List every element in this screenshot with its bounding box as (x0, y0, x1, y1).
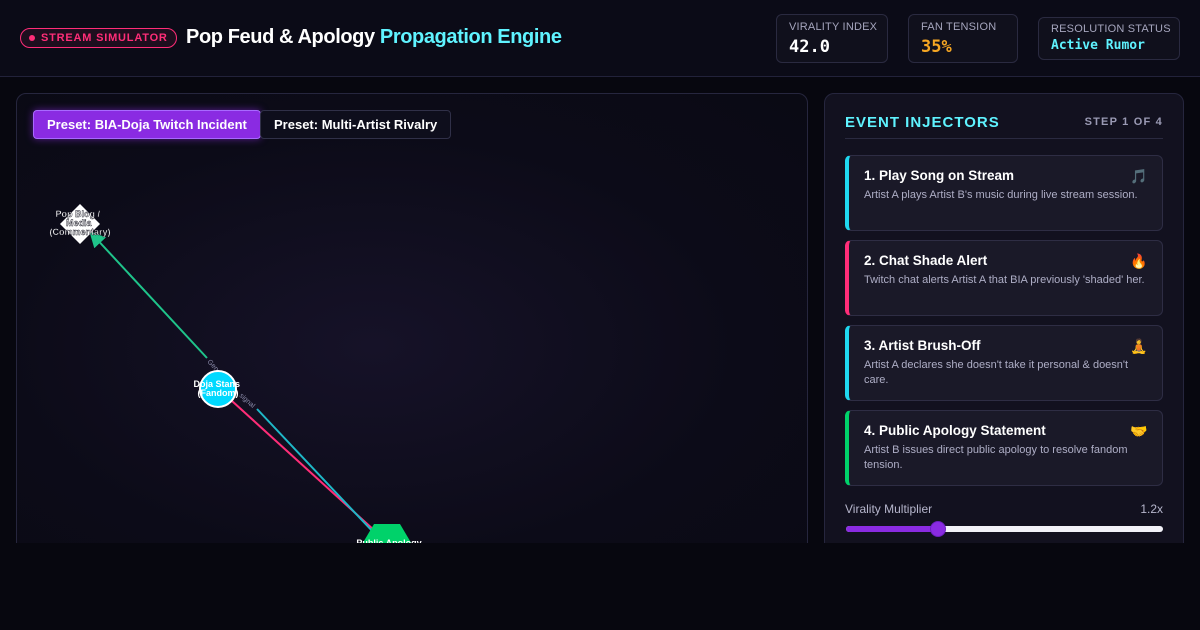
fire-icon: 🔥 (1130, 253, 1148, 269)
node-label-line: (Fandom) (198, 388, 239, 398)
page-footer-blank (0, 543, 1200, 630)
injector-public-apology[interactable]: 4. Public Apology Statement Artist B iss… (845, 410, 1163, 486)
virality-multiplier-label: Virality Multiplier (845, 502, 933, 516)
page-title: Pop Feud & Apology Propagation Engine (186, 26, 562, 49)
stat-label: VIRALITY INDEX (789, 21, 878, 33)
injector-play-song[interactable]: 1. Play Song on Stream Artist A plays Ar… (845, 155, 1163, 231)
injector-brush-off[interactable]: 3. Artist Brush-Off Artist A declares sh… (845, 325, 1163, 401)
meditation-icon: 🧘 (1130, 338, 1148, 354)
stat-label: FAN TENSION (921, 21, 997, 33)
injector-desc: Artist A declares she doesn't take it pe… (864, 359, 1129, 386)
stat-value: 42.0 (789, 37, 830, 57)
app-header: STREAM SIMULATOR Pop Feud & Apology Prop… (0, 0, 1200, 77)
preset-multi-artist-button[interactable]: Preset: Multi-Artist Rivalry (260, 110, 452, 139)
resolution-status-stat: RESOLUTION STATUS Active Rumor (1038, 17, 1180, 60)
injector-desc: Artist A plays Artist B's music during l… (864, 189, 1138, 201)
virality-multiplier-slider[interactable] (846, 521, 1163, 537)
injector-desc: Artist B issues direct public apology to… (864, 444, 1128, 471)
badge-label: STREAM SIMULATOR (41, 32, 168, 44)
injector-title: 2. Chat Shade Alert (864, 253, 988, 268)
node-label: Doja Stans (Fandom) (193, 379, 242, 398)
title-main: Pop Feud & Apology (186, 26, 380, 48)
node-label: Pop Blog / Media (Commentary) (49, 209, 110, 237)
live-dot-icon (29, 35, 35, 41)
edge-stans-to-media (89, 231, 208, 359)
propagation-graph-panel[interactable]: Gen signal Pop Blog / Media (Commentary)… (16, 93, 808, 553)
node-label-line: (Commentary) (49, 227, 110, 237)
injector-desc: Twitch chat alerts Artist A that BIA pre… (864, 274, 1145, 286)
virality-multiplier-value: 1.2x (1140, 502, 1163, 516)
title-accent: Propagation Engine (379, 26, 562, 48)
stat-value: 35% (921, 37, 952, 57)
slider-thumb[interactable] (929, 521, 946, 537)
fan-tension-stat: FAN TENSION 35% (908, 14, 1018, 63)
injector-title: 1. Play Song on Stream (864, 168, 1015, 183)
step-indicator: STEP 1 OF 4 (1084, 116, 1163, 128)
preset-bia-doja-button[interactable]: Preset: BIA-Doja Twitch Incident (33, 110, 261, 139)
slider-fill (846, 526, 938, 532)
injector-title: 3. Artist Brush-Off (864, 338, 981, 353)
music-note-icon: 🎵 (1130, 168, 1148, 184)
handshake-icon: 🤝 (1130, 423, 1148, 439)
stat-label: RESOLUTION STATUS (1051, 23, 1171, 35)
divider (845, 138, 1163, 139)
injectors-title: EVENT INJECTORS (845, 114, 1000, 131)
propagation-graph[interactable]: Gen signal Pop Blog / Media (Commentary)… (17, 94, 808, 553)
stream-simulator-badge: STREAM SIMULATOR (20, 28, 177, 48)
virality-index-stat: VIRALITY INDEX 42.0 (776, 14, 888, 63)
stat-value: Active Rumor (1051, 38, 1145, 53)
edge-apology-to-stans (256, 408, 376, 535)
injector-title: 4. Public Apology Statement (864, 423, 1046, 438)
event-injectors-panel: EVENT INJECTORS STEP 1 OF 4 1. Play Song… (824, 93, 1184, 553)
injector-chat-shade[interactable]: 2. Chat Shade Alert Twitch chat alerts A… (845, 240, 1163, 316)
